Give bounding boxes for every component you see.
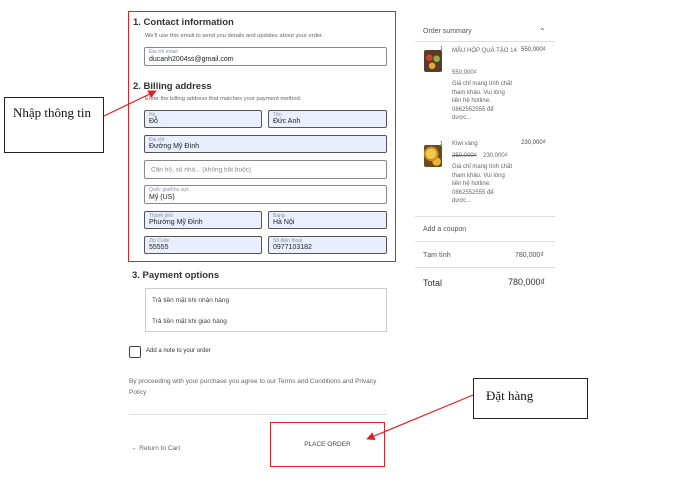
arrow-to-place-order — [366, 394, 474, 440]
arrow-to-form — [103, 90, 157, 117]
annotation-arrows — [103, 90, 474, 440]
